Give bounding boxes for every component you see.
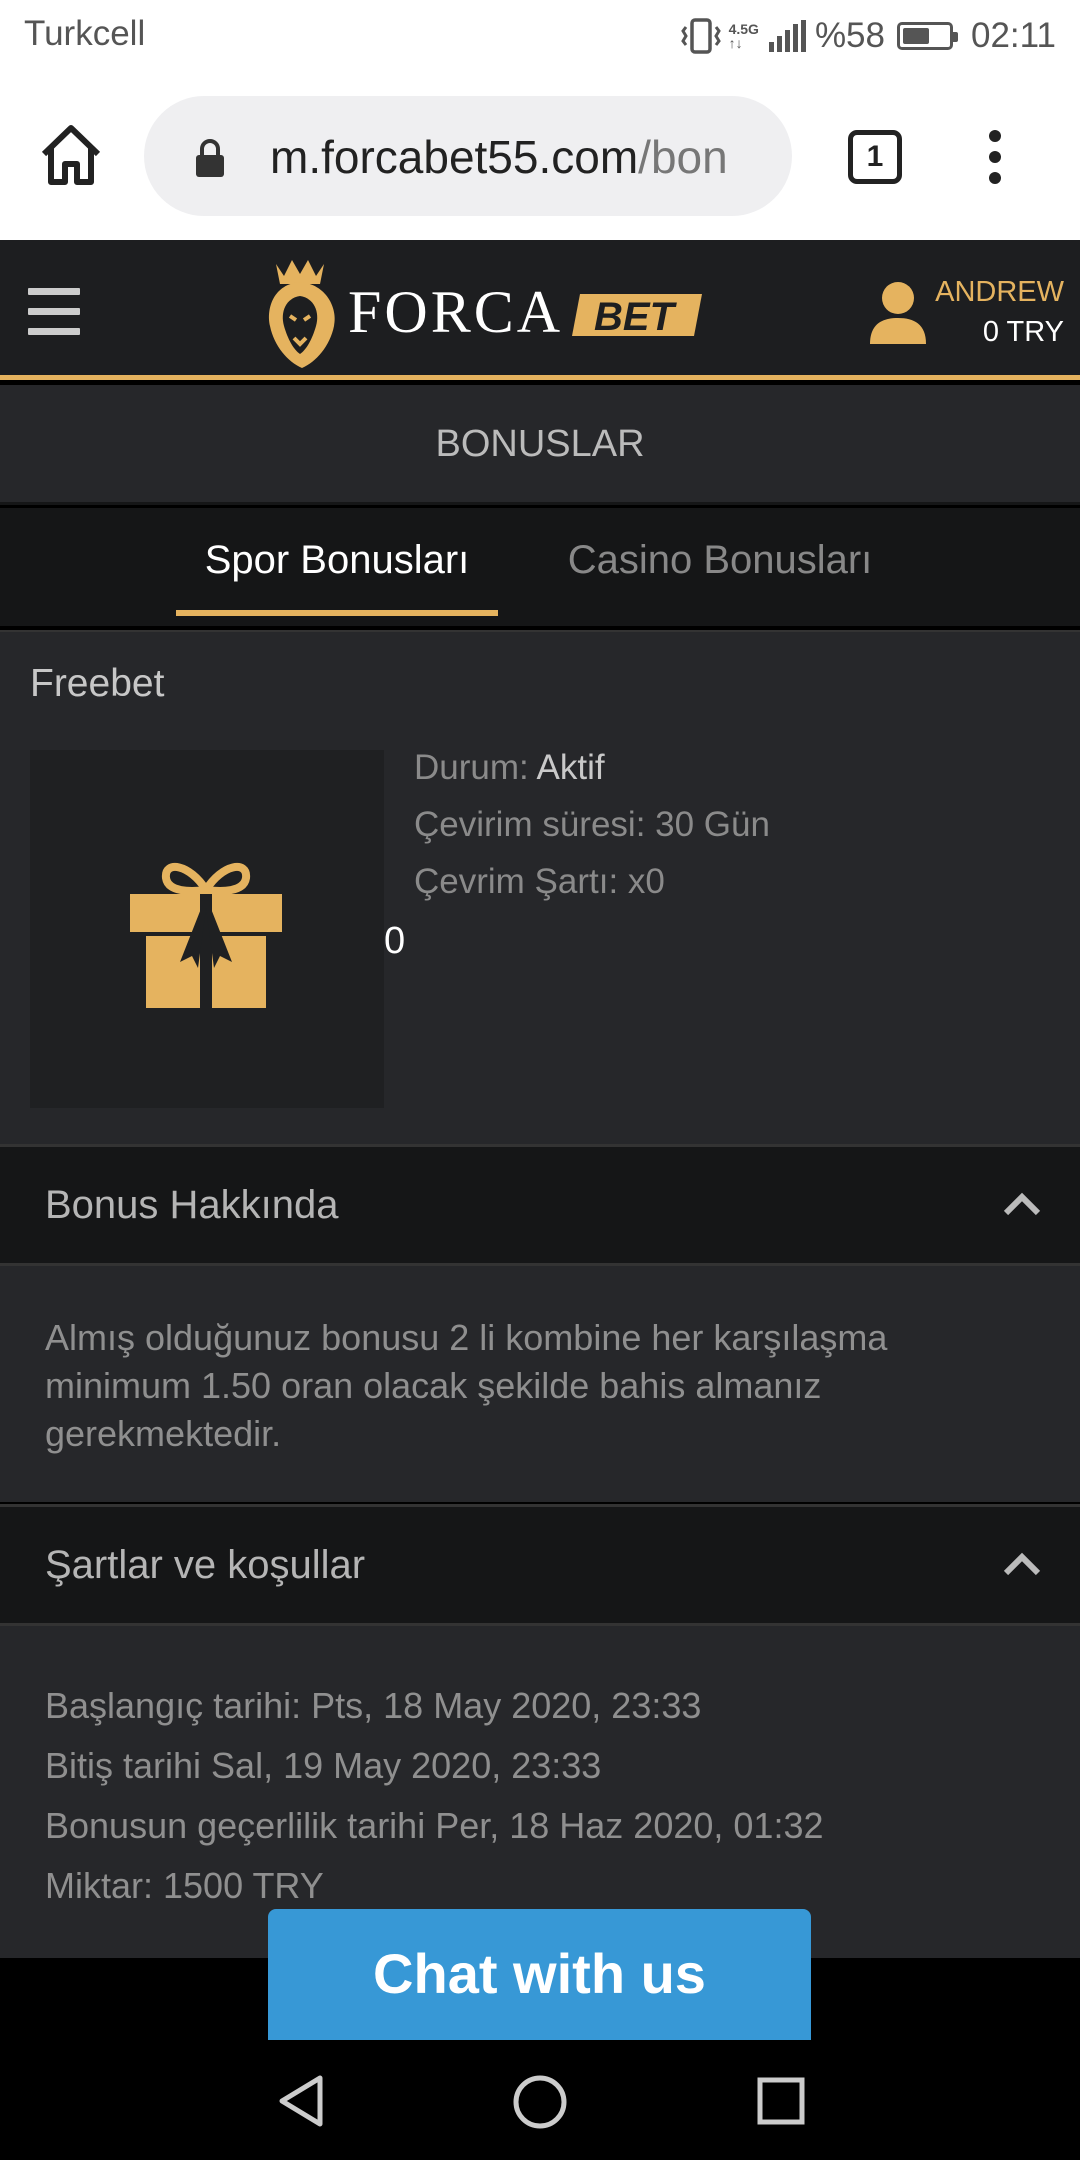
chevron-up-icon[interactable] <box>1002 1189 1042 1217</box>
hamburger-menu-icon[interactable] <box>28 288 80 335</box>
network-type: 4.5G ↑↓ <box>728 21 759 51</box>
address-bar[interactable]: m.forcabet55.com/bon <box>144 96 792 216</box>
browser-toolbar: m.forcabet55.com/bon 1 <box>0 72 1080 240</box>
tab-casino-bonuses[interactable]: Casino Bonusları <box>540 508 900 616</box>
chat-button[interactable]: Chat with us <box>268 1909 811 2040</box>
overflow-menu-icon[interactable] <box>980 130 1010 190</box>
recents-icon[interactable] <box>756 2076 806 2126</box>
status-icons: 4.5G ↑↓ %58 02:11 <box>680 14 1056 58</box>
about-text: Almış olduğunuz bonusu 2 li kombine her … <box>45 1317 888 1454</box>
terms-start-date: Başlangıç tarihi: Pts, 18 May 2020, 23:3… <box>45 1685 702 1726</box>
bonus-image <box>30 750 384 1108</box>
bonus-tabs: Spor Bonusları Casino Bonusları <box>0 508 1080 626</box>
tab-switcher-button[interactable]: 1 <box>848 130 902 184</box>
url-text: m.forcabet55.com/bon <box>270 131 728 183</box>
gift-icon <box>130 863 282 1008</box>
status-bar: Turkcell 4.5G ↑↓ %58 02:11 <box>0 0 1080 72</box>
home-nav-icon[interactable] <box>512 2074 568 2130</box>
user-avatar-icon[interactable] <box>868 280 928 346</box>
home-icon[interactable] <box>38 122 104 188</box>
terms-title: Şartlar ve koşullar <box>45 1543 366 1587</box>
clock: 02:11 <box>971 16 1056 55</box>
battery-fill <box>903 28 929 44</box>
about-body: Almış olduğunuz bonusu 2 li kombine her … <box>0 1266 1080 1502</box>
lion-logo-icon: FORCA BET <box>269 260 702 368</box>
lock-icon <box>196 139 224 177</box>
battery-icon <box>897 22 958 50</box>
tab-sports-bonuses[interactable]: Spor Bonusları <box>176 508 498 616</box>
vibrate-icon <box>680 18 721 54</box>
bonus-amount-display: 0 <box>384 920 406 962</box>
chevron-up-icon[interactable] <box>1002 1549 1042 1577</box>
battery-percent: %58 <box>814 16 885 55</box>
bonus-card: Freebet Durum: Aktif Çevirim süresi: 30 … <box>0 630 1080 1144</box>
about-title: Bonus Hakkında <box>45 1183 339 1227</box>
site-header: FORCA BET ANDREW 0 TRY <box>0 240 1080 380</box>
logo-bet-text: BET <box>594 295 678 339</box>
back-icon[interactable] <box>276 2074 326 2128</box>
forcabet-logo[interactable]: FORCA BET <box>262 254 702 372</box>
signal-icon <box>768 20 806 52</box>
terms-valid-date: Bonusun geçerlilik tarihi Per, 18 Haz 20… <box>45 1805 824 1846</box>
page-title: BONUSLAR <box>0 385 1080 505</box>
terms-end-date: Bitiş tarihi Sal, 19 May 2020, 23:33 <box>45 1745 602 1786</box>
terms-amount: Miktar: 1500 TRY <box>45 1865 324 1906</box>
balance: 0 TRY <box>982 316 1064 348</box>
terms-accordion-header[interactable]: Şartlar ve koşullar <box>0 1504 1080 1626</box>
bonus-period: Çevirim süresi: 30 Gün <box>414 805 770 844</box>
logo-forca-text: FORCA <box>348 279 563 345</box>
android-nav-bar <box>0 2040 1080 2160</box>
bonus-condition: Çevrim Şartı: x0 <box>414 862 665 901</box>
bonus-status: Durum: Aktif <box>414 748 605 787</box>
bonus-name: Freebet <box>30 662 165 705</box>
carrier-name: Turkcell <box>24 14 146 53</box>
about-accordion-header[interactable]: Bonus Hakkında <box>0 1144 1080 1266</box>
username[interactable]: ANDREW <box>935 276 1064 309</box>
